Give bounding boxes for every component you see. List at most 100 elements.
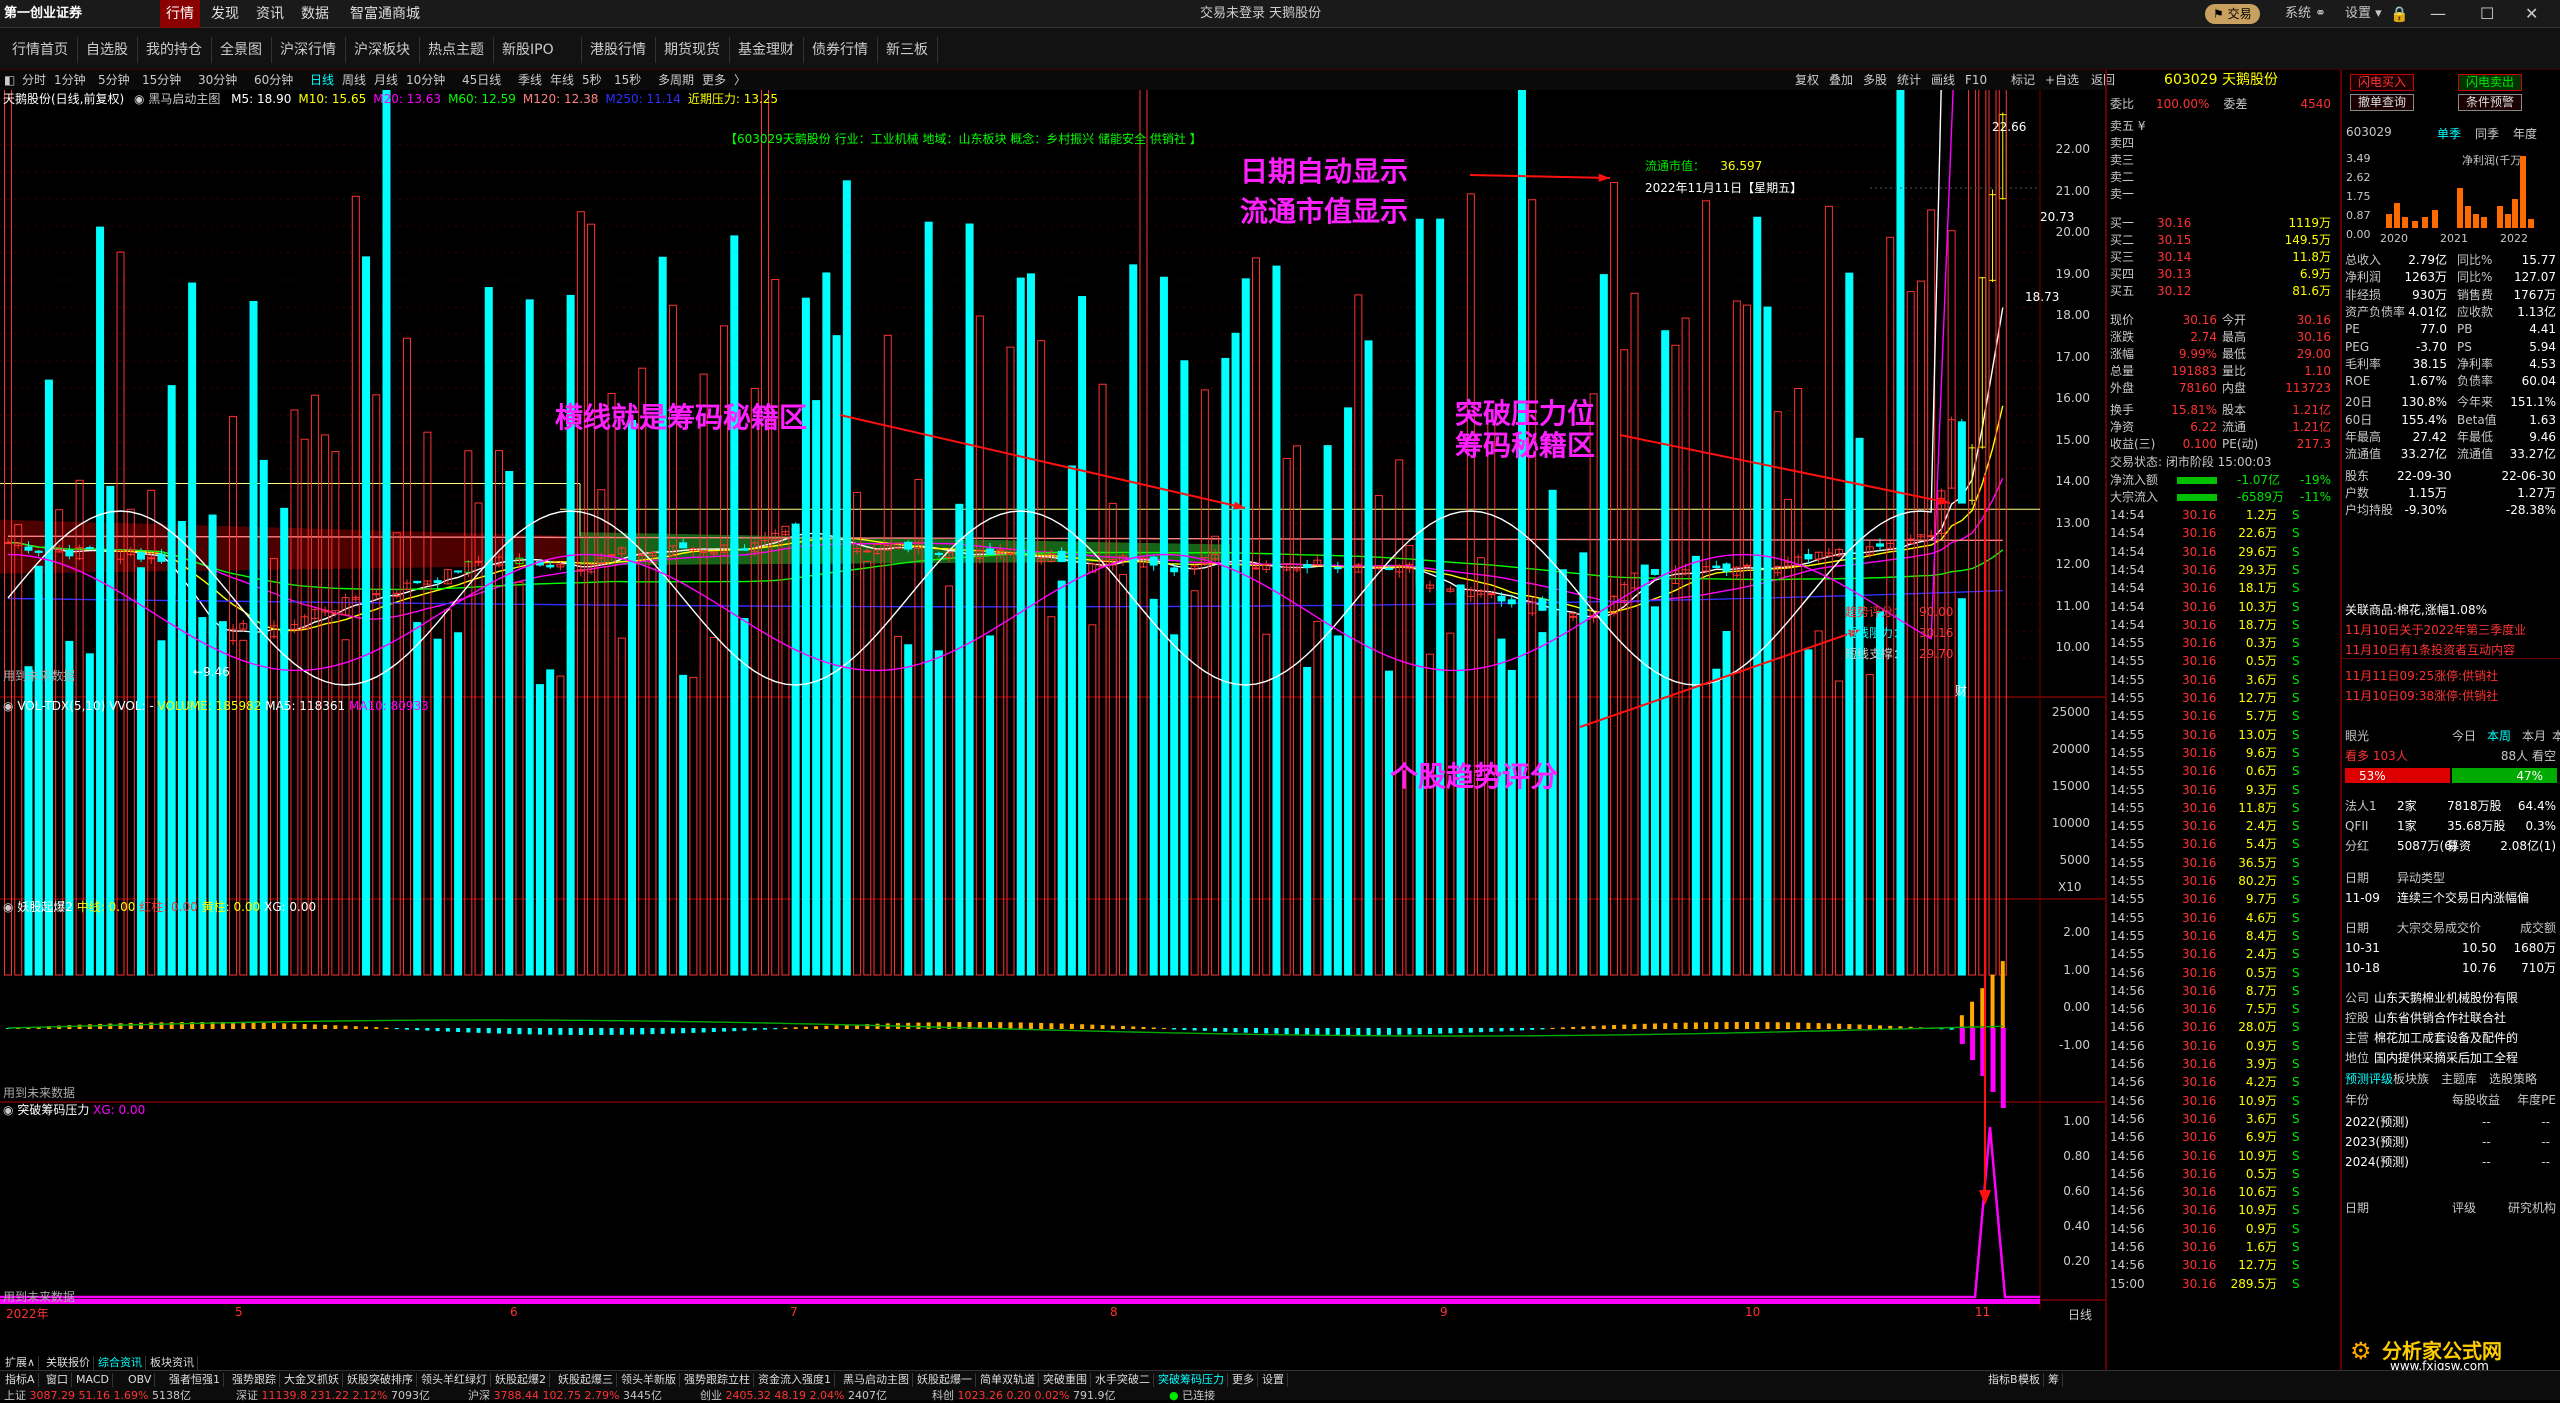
indicator-tab-5[interactable]: 强势跟踪 xyxy=(229,1373,280,1387)
tab-7[interactable]: 新股IPO xyxy=(494,37,582,63)
info-tab-2[interactable]: 综合资讯 xyxy=(95,1356,146,1370)
forecast-tab-1[interactable]: 板块族 xyxy=(2393,1070,2429,1087)
indicator-tab-14[interactable]: 黑马启动主图 xyxy=(840,1373,913,1387)
info-tab-0[interactable]: 扩展∧ xyxy=(2,1356,40,1370)
panel-toggle-icon[interactable]: ◧ xyxy=(4,72,18,88)
indicator-tab-21[interactable]: 设置 xyxy=(1259,1373,1288,1387)
indicator-tab-18[interactable]: 水手突破二 xyxy=(1092,1373,1154,1387)
period-next-icon[interactable]: 〉 xyxy=(734,72,746,88)
fin-tab-2[interactable]: 年度 xyxy=(2513,125,2537,142)
news-item-3[interactable]: 11月11日09:25涨停:供销社 xyxy=(2342,668,2560,685)
bottom-right-tab-2[interactable]: 筹 xyxy=(2045,1373,2063,1387)
info-tab-3[interactable]: 板块资讯 xyxy=(147,1356,198,1370)
indicator-tab-4[interactable]: 强者恒强1 xyxy=(166,1373,224,1387)
tab-1[interactable]: 自选股 xyxy=(78,37,138,63)
tab-10[interactable]: 基金理财 xyxy=(730,37,804,63)
kline-chart[interactable] xyxy=(0,90,2105,1365)
period-1[interactable]: 1分钟 xyxy=(54,72,96,88)
eye-today[interactable]: 今日 xyxy=(2452,728,2476,745)
menu-2[interactable]: 资讯 xyxy=(250,0,290,28)
bottom-right-tab-1[interactable]: 模板 xyxy=(2015,1373,2044,1387)
period-15[interactable]: 多周期 xyxy=(658,72,700,88)
info-tab-1[interactable]: 关联报价 xyxy=(43,1356,94,1370)
menu-1[interactable]: 发现 xyxy=(205,0,245,28)
news-item-1[interactable]: 11月10日关于2022年第三季度业 xyxy=(2342,622,2560,639)
tab-5[interactable]: 沪深板块 xyxy=(346,37,420,63)
indicator-tab-8[interactable]: 领头羊红绿灯 xyxy=(418,1373,491,1387)
period-7[interactable]: 周线 xyxy=(342,72,372,88)
tab-6[interactable]: 热点主题 xyxy=(420,37,494,63)
quick-button-3[interactable]: 条件预警 xyxy=(2458,94,2522,111)
news-item-4[interactable]: 11月10日09:38涨停:供销社 xyxy=(2342,688,2560,705)
menu-4[interactable]: 智富通商城 xyxy=(345,0,425,28)
quick-button-2[interactable]: 撤单查询 xyxy=(2350,94,2414,111)
tab-11[interactable]: 债券行情 xyxy=(804,37,878,63)
quote-stock-code[interactable]: 603029 天鹅股份 xyxy=(2107,72,2335,92)
tab-9[interactable]: 期货现货 xyxy=(656,37,730,63)
indicator-tab-12[interactable]: 强势跟踪立柱 xyxy=(681,1373,754,1387)
period-12[interactable]: 年线 xyxy=(550,72,580,88)
period-3[interactable]: 15分钟 xyxy=(142,72,196,88)
fin-tab-1[interactable]: 同季 xyxy=(2475,125,2499,142)
maximize-icon[interactable]: ☐ xyxy=(2480,0,2494,28)
period-6[interactable]: 日线 xyxy=(310,72,340,88)
fin-tab-0[interactable]: 单季 xyxy=(2437,125,2461,142)
period-13[interactable]: 5秒 xyxy=(582,72,612,88)
chart-tool-4[interactable]: 画线 xyxy=(1931,72,1963,88)
menu-0[interactable]: 行情 xyxy=(160,0,200,28)
indicator-tab-13[interactable]: 资金流入强度1 xyxy=(755,1373,835,1387)
chart-tool-5[interactable]: F10 xyxy=(1965,72,2009,88)
tab-0[interactable]: 行情首页 xyxy=(4,37,78,63)
lock-icon[interactable]: 🔒 xyxy=(2390,0,2409,28)
indicator-tab-3[interactable]: OBV xyxy=(125,1373,156,1387)
indicator-tab-17[interactable]: 突破重围 xyxy=(1040,1373,1091,1387)
period-0[interactable]: 分时 xyxy=(22,72,52,88)
period-10[interactable]: 45日线 xyxy=(462,72,516,88)
chart-tool-3[interactable]: 统计 xyxy=(1897,72,1929,88)
period-11[interactable]: 季线 xyxy=(518,72,548,88)
indicator-tab-15[interactable]: 妖股起爆一 xyxy=(914,1373,976,1387)
index-item[interactable]: 上证 3087.29 51.16 1.69% 5138亿 xyxy=(4,1387,191,1403)
tab-2[interactable]: 我的持仓 xyxy=(138,37,212,63)
period-16[interactable]: 更多 xyxy=(702,72,732,88)
index-item[interactable]: 创业 2405.32 48.19 2.04% 2407亿 xyxy=(700,1387,887,1403)
indicator-tab-10[interactable]: 妖股起爆三 xyxy=(555,1373,617,1387)
tab-4[interactable]: 沪深行情 xyxy=(272,37,346,63)
close-icon[interactable]: ✕ xyxy=(2525,0,2538,28)
indicator-tab-16[interactable]: 简单双轨道 xyxy=(977,1373,1039,1387)
period-2[interactable]: 5分钟 xyxy=(98,72,140,88)
tab-8[interactable]: 港股行情 xyxy=(582,37,656,63)
forecast-tab-2[interactable]: 主题库 xyxy=(2441,1070,2477,1087)
period-8[interactable]: 月线 xyxy=(374,72,404,88)
indicator-tab-0[interactable]: 指标A xyxy=(2,1373,39,1387)
forecast-tab-0[interactable]: 预测评级 xyxy=(2345,1070,2393,1087)
period-14[interactable]: 15秒 xyxy=(614,72,656,88)
tab-3[interactable]: 全景图 xyxy=(212,37,272,63)
index-item[interactable]: 科创 1023.26 0.20 0.02% 791.9亿 xyxy=(932,1387,1115,1403)
indicator-tab-2[interactable]: MACD xyxy=(73,1373,113,1387)
chart-tool-1[interactable]: 叠加 xyxy=(1829,72,1861,88)
quick-button-1[interactable]: 闪电卖出 xyxy=(2458,74,2522,91)
chart-tool-0[interactable]: 复权 xyxy=(1795,72,1827,88)
period-9[interactable]: 10分钟 xyxy=(406,72,460,88)
indicator-tab-7[interactable]: 妖股突破排序 xyxy=(344,1373,417,1387)
indicator-tab-9[interactable]: 妖股起爆2 xyxy=(492,1373,550,1387)
eye-month[interactable]: 本月 xyxy=(2522,728,2546,745)
index-item[interactable]: 沪深 3788.44 102.75 2.79% 3445亿 xyxy=(468,1387,662,1403)
settings-menu[interactable]: 设置 ▾ xyxy=(2345,0,2382,28)
quick-button-0[interactable]: 闪电买入 xyxy=(2350,74,2414,91)
period-4[interactable]: 30分钟 xyxy=(198,72,252,88)
indicator-tab-20[interactable]: 更多 xyxy=(1229,1373,1258,1387)
news-item-0[interactable]: 关联商品:棉花,涨幅1.08% xyxy=(2342,602,2560,619)
indicator-tab-11[interactable]: 领头羊新版 xyxy=(618,1373,680,1387)
eye-week[interactable]: 本周 xyxy=(2487,728,2511,745)
indicator-tab-6[interactable]: 大金叉抓妖 xyxy=(281,1373,343,1387)
tab-12[interactable]: 新三板 xyxy=(878,37,938,63)
menu-3[interactable]: 数据 xyxy=(295,0,335,28)
forecast-tab-3[interactable]: 选股策略 xyxy=(2489,1070,2537,1087)
minimize-icon[interactable]: — xyxy=(2430,0,2446,28)
index-item[interactable]: 深证 11139.8 231.22 2.12% 7093亿 xyxy=(236,1387,430,1403)
system-menu[interactable]: 系统 ⚭ xyxy=(2285,0,2326,28)
chart-tool-7[interactable]: +自选 xyxy=(2045,72,2089,88)
eye-year[interactable]: 本年 xyxy=(2552,728,2560,745)
